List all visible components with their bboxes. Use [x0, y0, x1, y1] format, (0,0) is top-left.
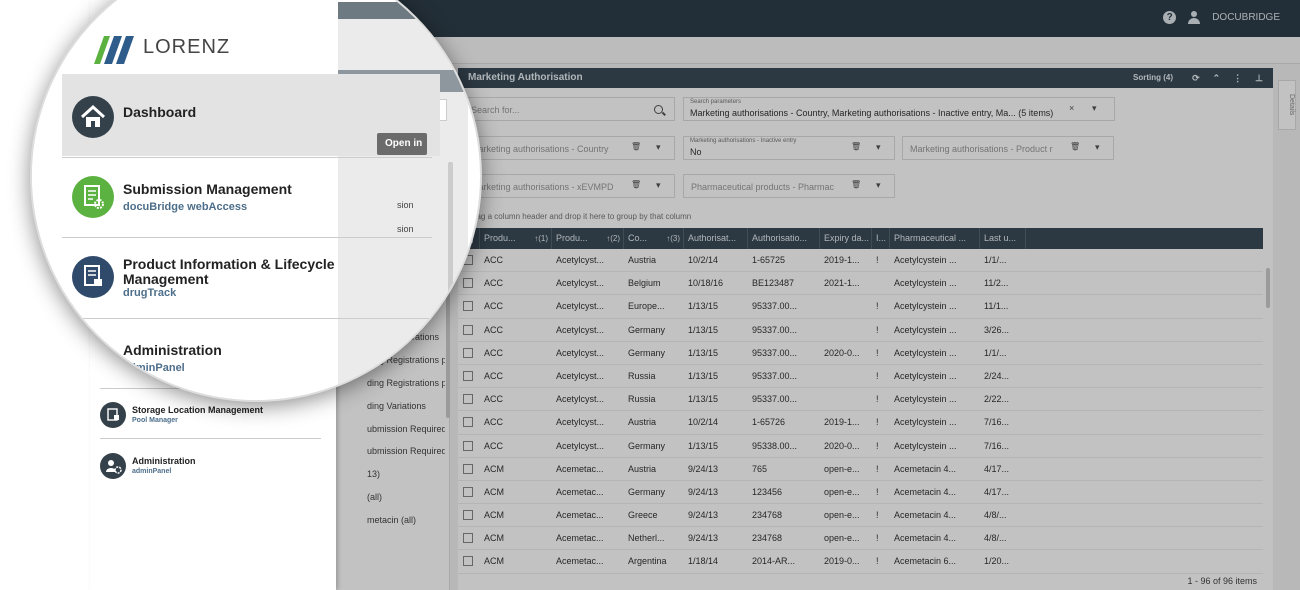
admin-gear-icon: [100, 453, 126, 479]
menu-item-title: Administration: [132, 456, 196, 466]
menu-item-subtitle: Pool Manager: [132, 417, 178, 424]
menu-item-subtitle: drugTrack: [123, 287, 177, 299]
magnified-scrollbar: [448, 162, 453, 382]
lorenz-logo-icon: [94, 36, 134, 64]
menu-separator: [62, 318, 432, 319]
menu-item-title-line1: Product Information & Lifecycle: [123, 256, 335, 272]
product-info-icon: [72, 256, 114, 298]
magnifier-lens: sion sion LORENZ Dashboard Open in Submis…: [30, 0, 482, 402]
menu-item-title: Dashboard: [123, 104, 197, 120]
menu-item-subtitle: adminPanel: [132, 468, 172, 475]
menu-item-subtitle: docuBridge webAccess: [123, 201, 248, 213]
menu-separator: [62, 157, 432, 158]
menu-item-title: Submission Management: [123, 181, 292, 197]
menu-item-storage-location-management[interactable]: Storage Location Management Pool Manager: [100, 396, 322, 438]
menu-separator: [100, 438, 321, 439]
home-icon: [72, 96, 114, 138]
storage-icon: [100, 402, 126, 428]
menu-item-title: Administration: [123, 342, 222, 358]
menu-item-title-line2: Management: [123, 271, 209, 287]
open-in-tooltip: Open in: [377, 133, 427, 155]
menu-item-title: Storage Location Management: [132, 405, 264, 415]
magnified-tree-item: sion: [397, 200, 414, 210]
menu-item-administration[interactable]: Administration adminPanel: [100, 447, 322, 489]
logo-text: LORENZ: [143, 36, 231, 58]
menu-item-title: Product Information & Lifecycle Manageme…: [123, 257, 335, 287]
menu-item-subtitle: adminPanel: [123, 362, 185, 374]
admin-gear-icon: [72, 338, 114, 380]
magnified-tree-item: sion: [397, 224, 414, 234]
document-gear-icon: [72, 176, 114, 218]
menu-separator: [62, 237, 432, 238]
